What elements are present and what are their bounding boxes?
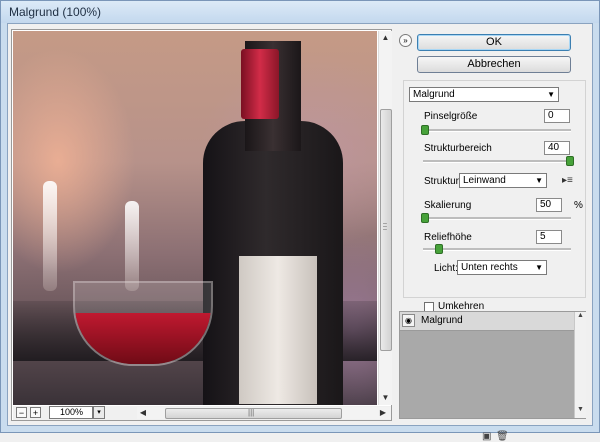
slider-thumb[interactable] (421, 213, 429, 223)
texture-label: Struktur: (424, 176, 462, 187)
candle-light (125, 201, 139, 291)
light-label: Licht: (434, 263, 458, 274)
scaling-field[interactable]: 50 (536, 198, 562, 212)
title-bar: Malgrund (100%) (1, 1, 599, 23)
cancel-button[interactable]: Abbrechen (417, 56, 571, 73)
grip-icon: ||| (248, 408, 255, 417)
slider-thumb[interactable] (566, 156, 574, 166)
brush-size-slider[interactable] (421, 125, 571, 135)
scaling-unit: % (574, 200, 583, 211)
slider-thumb[interactable] (421, 125, 429, 135)
relief-field[interactable]: 5 (536, 230, 562, 244)
light-select-value: Unten rechts (461, 262, 518, 273)
collapse-panel-button[interactable]: » (399, 34, 412, 47)
vertical-scroll-thumb[interactable]: – – – (380, 109, 392, 351)
preview-vertical-scrollbar[interactable]: ▲ – – – ▼ (378, 31, 392, 405)
relief-slider[interactable] (423, 244, 571, 254)
texture-select-value: Leinwand (463, 175, 506, 186)
scaling-slider[interactable] (421, 213, 571, 223)
relief-label: Reliefhöhe (424, 232, 472, 243)
scroll-up-icon[interactable]: ▲ (379, 31, 392, 45)
texture-select[interactable]: Leinwand ▼ (459, 173, 547, 188)
layers-scrollbar[interactable]: ▲ ▼ (574, 312, 586, 418)
scroll-up-icon[interactable]: ▲ (575, 312, 586, 319)
ok-button[interactable]: OK (417, 34, 571, 51)
chevron-down-icon: ▼ (547, 90, 555, 99)
zoom-dropdown-button[interactable]: ▾ (93, 406, 105, 419)
zoom-level-field[interactable]: 100% (49, 406, 93, 419)
dialog-client-area: ▲ – – – ▼ − + 100% ▾ ◀ ||| ▶ » OK Abbrec… (7, 23, 593, 442)
preview-image[interactable] (13, 31, 377, 405)
texture-coverage-field[interactable]: 40 (544, 141, 570, 155)
slider-thumb[interactable] (435, 244, 443, 254)
grip-icon: – – – (383, 220, 387, 233)
scaling-label: Skalierung (424, 200, 472, 211)
filter-select-value: Malgrund (413, 89, 455, 100)
filter-select[interactable]: Malgrund ▼ (409, 87, 559, 102)
chevron-down-icon: ▼ (535, 263, 543, 272)
preview-frame: ▲ – – – ▼ − + 100% ▾ ◀ ||| ▶ (11, 29, 392, 421)
eye-icon[interactable]: ◉ (402, 314, 415, 327)
texture-coverage-label: Strukturbereich (424, 143, 492, 154)
filter-window: Malgrund (100%) ▲ – – – ▼ − + 100% ▾ ◀ |… (0, 0, 600, 442)
bottle-cap (241, 49, 279, 119)
filter-settings-panel: Malgrund ▼ Pinselgröße 0 Strukturbereich… (403, 80, 586, 312)
brush-size-label: Pinselgröße (424, 111, 478, 122)
layer-row[interactable]: ◉ Malgrund (400, 312, 574, 331)
effect-layers-panel: ◉ Malgrund ▲ ▼ (399, 311, 586, 419)
zoom-out-button[interactable]: − (16, 407, 27, 418)
zoom-in-button[interactable]: + (30, 407, 41, 418)
texture-menu-icon[interactable]: ▸≡ (562, 175, 573, 186)
candle-light (43, 181, 57, 291)
bottle-label (239, 256, 317, 404)
chevron-down-icon: ▼ (535, 176, 543, 185)
preview-horizontal-scrollbar[interactable]: ◀ ||| ▶ (137, 407, 391, 419)
scroll-left-icon[interactable]: ◀ (137, 407, 149, 419)
preview-statusbar: − + 100% ▾ ◀ ||| ▶ (13, 406, 391, 420)
scroll-down-icon[interactable]: ▼ (575, 406, 586, 413)
horizontal-scroll-thumb[interactable]: ||| (165, 408, 342, 419)
brush-size-field[interactable]: 0 (544, 109, 570, 123)
scroll-right-icon[interactable]: ▶ (377, 407, 389, 419)
light-select[interactable]: Unten rechts ▼ (457, 260, 547, 275)
window-title: Malgrund (100%) (9, 5, 102, 19)
scroll-down-icon[interactable]: ▼ (379, 391, 392, 405)
layer-name: Malgrund (421, 315, 463, 326)
wine (75, 313, 211, 364)
wine-glass (73, 281, 213, 366)
texture-coverage-slider[interactable] (423, 156, 574, 166)
